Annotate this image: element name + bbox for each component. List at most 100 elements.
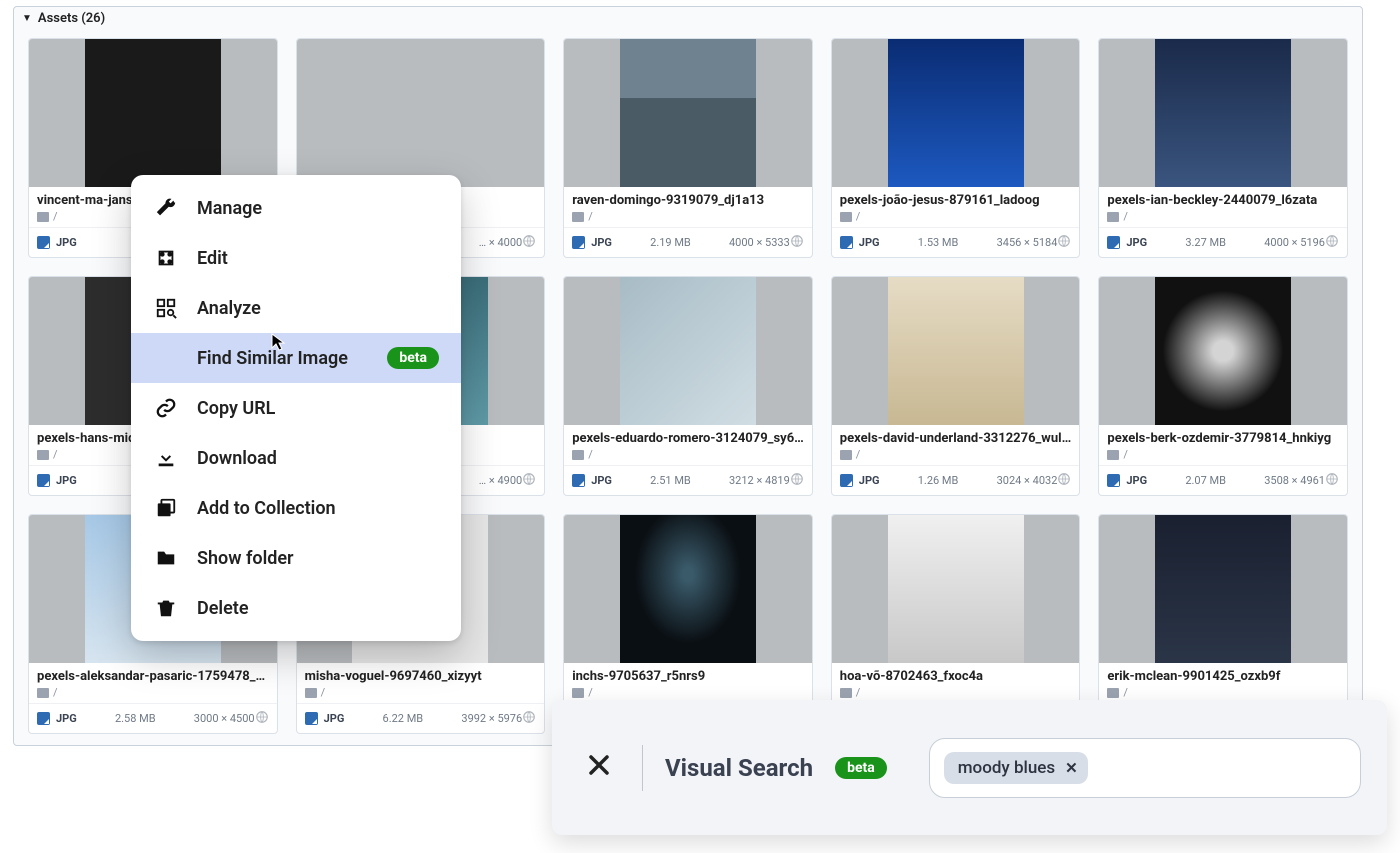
format-label: JPG (56, 474, 77, 487)
panel-title: Assets (26) (38, 11, 105, 26)
public-icon (522, 234, 536, 251)
file-size: 2.58 MB (77, 712, 194, 725)
ctx-analyze[interactable]: Analyze (131, 283, 461, 333)
ctx-copy-url[interactable]: Copy URL (131, 383, 461, 433)
ctx-item-label: Delete (197, 598, 249, 619)
image-format-icon (840, 474, 853, 487)
asset-filename: pexels-aleksandar-pasaric-1759478_ai… (37, 669, 269, 684)
public-icon (255, 710, 269, 727)
asset-folder: / (572, 210, 804, 223)
ctx-item-label: Show folder (197, 548, 294, 569)
folder-icon (840, 688, 852, 698)
asset-folder: / (572, 686, 804, 699)
file-size: 2.19 MB (612, 236, 729, 249)
dimensions: 3000 × 4500 (194, 712, 255, 725)
image-format-icon (1107, 236, 1120, 249)
analyze-icon (153, 295, 179, 321)
folder-icon (572, 688, 584, 698)
thumbnail[interactable] (29, 39, 277, 187)
asset-filename: pexels-joão-jesus-879161_ladoog (840, 193, 1072, 208)
ctx-item-label: Edit (197, 248, 228, 269)
download-icon (153, 445, 179, 471)
dimensions: 3456 × 5184 (997, 236, 1058, 249)
asset-card[interactable]: pexels-david-underland-3312276_wulf… / J… (831, 276, 1081, 496)
ctx-show-folder[interactable]: Show folder (131, 533, 461, 583)
search-chip[interactable]: moody blues ✕ (944, 752, 1088, 784)
image-format-icon (572, 236, 585, 249)
image-format-icon (37, 712, 50, 725)
crop-icon (153, 245, 179, 271)
dimensions: 3024 × 4032 (997, 474, 1058, 487)
asset-filename: hoa-võ-8702463_fxoc4a (840, 669, 1072, 684)
folder-icon (572, 450, 584, 460)
asset-filename: pexels-eduardo-romero-3124079_sy6q… (572, 431, 804, 446)
asset-folder: / (1107, 686, 1339, 699)
file-size: 2.51 MB (612, 474, 729, 487)
thumbnail[interactable] (832, 277, 1080, 425)
asset-folder: / (840, 448, 1072, 461)
thumbnail[interactable] (1099, 515, 1347, 663)
thumbnail[interactable] (564, 39, 812, 187)
dimensions: 4000 × 5196 (1264, 236, 1325, 249)
thumbnail[interactable] (1099, 39, 1347, 187)
ctx-find-similar-image[interactable]: Find Similar Image beta (131, 333, 461, 383)
divider (642, 745, 643, 791)
asset-filename: pexels-david-underland-3312276_wulf… (840, 431, 1072, 446)
format-label: JPG (859, 474, 880, 487)
thumbnail[interactable] (832, 39, 1080, 187)
format-label: JPG (591, 236, 612, 249)
ctx-add-to-collection[interactable]: Add to Collection (131, 483, 461, 533)
asset-filename: misha-voguel-9697460_xizyyt (305, 669, 537, 684)
public-icon (790, 472, 804, 489)
public-icon (1325, 234, 1339, 251)
thumbnail[interactable] (297, 39, 545, 187)
format-label: JPG (1126, 474, 1147, 487)
ctx-item-label: Manage (197, 198, 262, 219)
asset-stats: JPG 1.26 MB 3024 × 4032 (832, 465, 1080, 495)
asset-card[interactable]: pexels-eduardo-romero-3124079_sy6q… / JP… (563, 276, 813, 496)
dimensions: … × 4000 (479, 236, 522, 249)
asset-folder: / (37, 686, 269, 699)
asset-card[interactable]: pexels-berk-ozdemir-3779814_hnkiyg / JPG… (1098, 276, 1348, 496)
format-label: JPG (56, 236, 77, 249)
link-icon (153, 395, 179, 421)
image-format-icon (305, 712, 318, 725)
ctx-manage[interactable]: Manage (131, 183, 461, 233)
thumbnail[interactable] (564, 515, 812, 663)
folder-icon (37, 450, 49, 460)
asset-filename: inchs-9705637_r5nrs9 (572, 669, 804, 684)
search-input[interactable]: moody blues ✕ (929, 738, 1361, 798)
asset-card[interactable]: pexels-joão-jesus-879161_ladoog / JPG 1.… (831, 38, 1081, 258)
file-size: 3.27 MB (1147, 236, 1264, 249)
trash-icon (153, 595, 179, 621)
asset-folder: / (1107, 210, 1339, 223)
collapse-toggle-icon[interactable]: ▼ (22, 13, 32, 24)
public-icon (790, 234, 804, 251)
ctx-item-label: Find Similar Image (197, 348, 369, 369)
thumbnail[interactable] (564, 277, 812, 425)
image-format-icon (572, 474, 585, 487)
dimensions: 3212 × 4819 (729, 474, 790, 487)
ctx-item-label: Copy URL (197, 398, 275, 419)
ctx-edit[interactable]: Edit (131, 233, 461, 283)
asset-card[interactable]: raven-domingo-9319079_dj1a13 / JPG 2.19 … (563, 38, 813, 258)
asset-card[interactable]: pexels-ian-beckley-2440079_l6zata / JPG … (1098, 38, 1348, 258)
thumbnail[interactable] (1099, 277, 1347, 425)
chip-remove-icon[interactable]: ✕ (1065, 759, 1078, 777)
folder-icon (1107, 450, 1119, 460)
public-icon (522, 710, 536, 727)
panel-header[interactable]: ▼ Assets (26) (14, 7, 1362, 30)
ctx-download[interactable]: Download (131, 433, 461, 483)
ctx-delete[interactable]: Delete (131, 583, 461, 633)
asset-filename: raven-domingo-9319079_dj1a13 (572, 193, 804, 208)
folder-icon (37, 688, 49, 698)
close-button[interactable] (578, 747, 620, 789)
asset-filename: pexels-berk-ozdemir-3779814_hnkiyg (1107, 431, 1339, 446)
thumbnail[interactable] (832, 515, 1080, 663)
dimensions: 4000 × 5333 (729, 236, 790, 249)
format-label: JPG (859, 236, 880, 249)
ctx-item-label: Download (197, 448, 277, 469)
asset-filename: pexels-ian-beckley-2440079_l6zata (1107, 193, 1339, 208)
image-format-icon (37, 474, 50, 487)
folder-icon (305, 688, 317, 698)
